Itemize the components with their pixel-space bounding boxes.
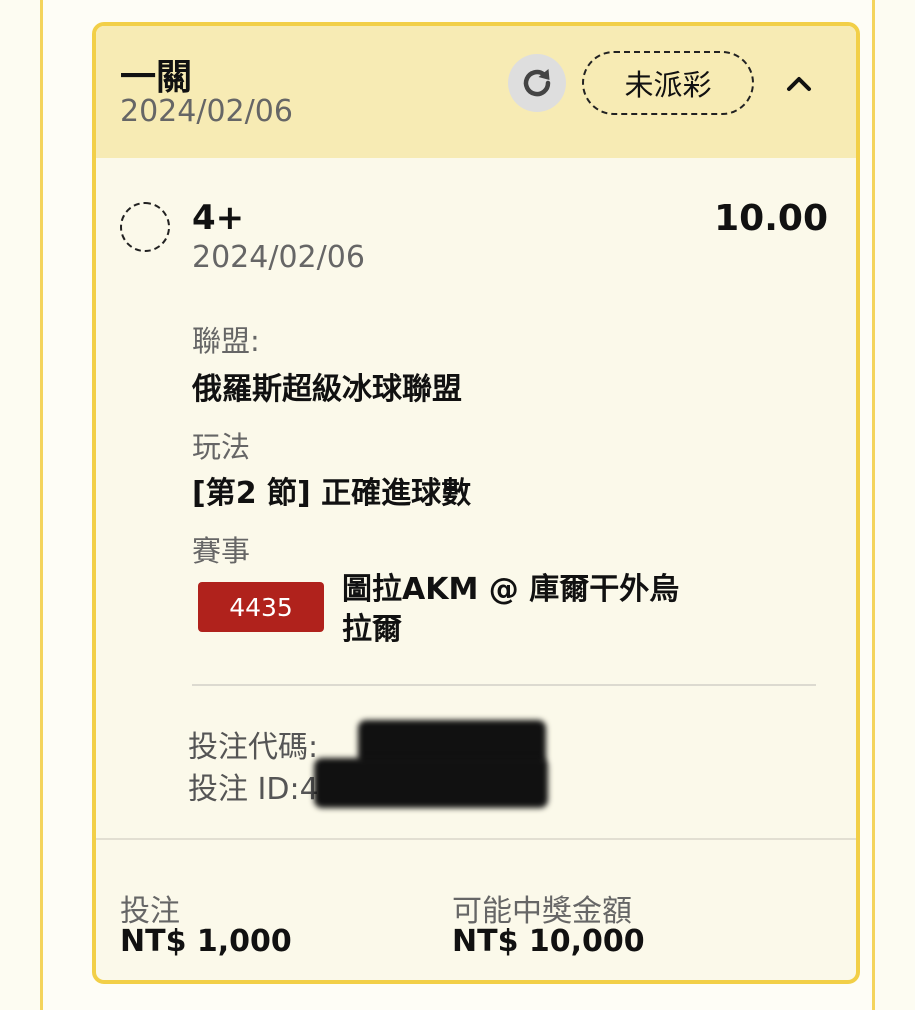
selection-date: 2024/02/06 xyxy=(192,240,365,275)
collapse-button[interactable] xyxy=(782,66,816,100)
section-divider xyxy=(192,684,816,686)
redaction-mark xyxy=(314,758,548,808)
market-value: [第2 節] 正確進球數 xyxy=(192,476,472,511)
event-name: 圖拉AKM @ 庫爾干外烏拉爾 xyxy=(342,572,680,647)
selection-odds: 10.00 xyxy=(714,198,828,239)
stake-value: NT$ 1,000 xyxy=(120,924,292,959)
selection-status-icon xyxy=(120,202,170,252)
bet-code-row: 投注代碼: xyxy=(188,722,318,766)
refresh-button[interactable] xyxy=(508,54,566,112)
event-id-badge: 4435 xyxy=(198,582,324,632)
bet-date: 2024/02/06 xyxy=(120,94,293,129)
refresh-icon xyxy=(523,69,551,97)
league-label: 聯盟: xyxy=(192,324,260,358)
league-value: 俄羅斯超級冰球聯盟 xyxy=(192,372,462,407)
bet-type-title: 一關 xyxy=(120,57,193,98)
event-label: 賽事 xyxy=(192,534,251,568)
market-label: 玩法 xyxy=(192,430,251,464)
bet-card-header[interactable]: 一關 2024/02/06 未派彩 xyxy=(96,26,856,158)
selection-pick: 4+ xyxy=(192,198,245,238)
status-badge: 未派彩 xyxy=(582,51,754,115)
footer-divider xyxy=(96,838,856,840)
chevron-up-icon xyxy=(787,77,811,91)
bet-card: 一關 2024/02/06 未派彩 4+ 2024/02/06 10.00 聯盟… xyxy=(92,22,860,984)
payout-value: NT$ 10,000 xyxy=(452,924,645,959)
bet-code-label: 投注代碼: xyxy=(188,730,319,765)
bet-id-label: 投注 ID: xyxy=(188,772,300,807)
